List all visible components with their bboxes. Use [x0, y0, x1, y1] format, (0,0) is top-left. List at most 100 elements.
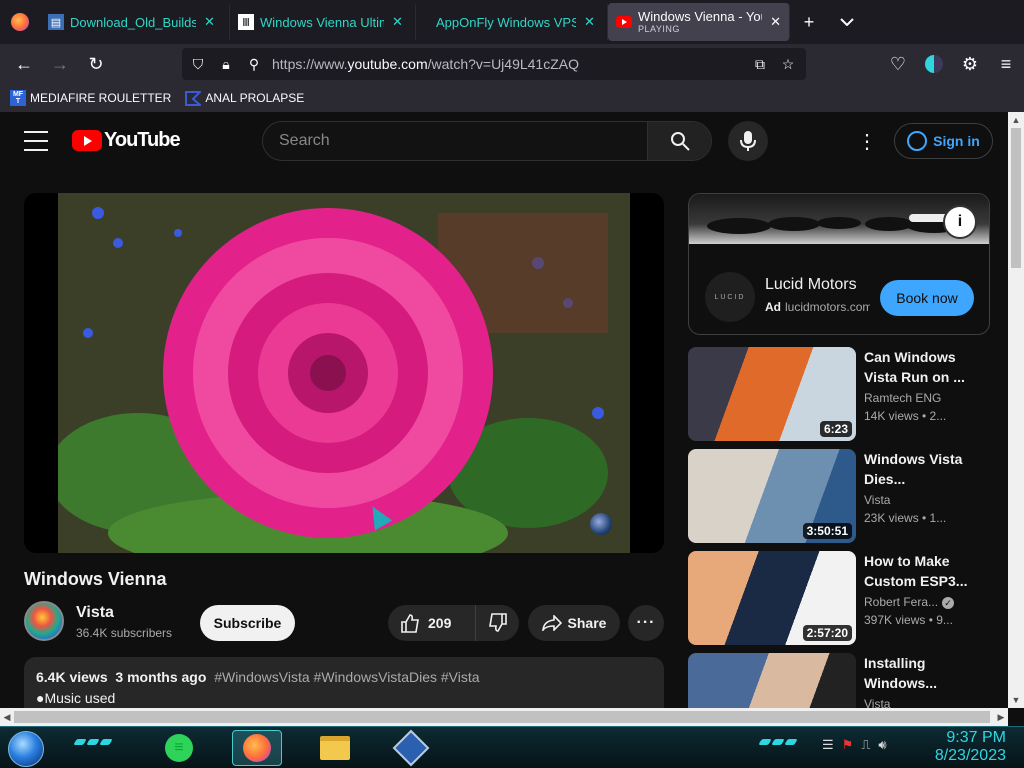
- tab-download-old-builds[interactable]: ▤ Download_Old_Builds_6 ✕: [40, 4, 230, 40]
- start-orb-icon[interactable]: [8, 731, 44, 767]
- video-title: Windows Vienna: [24, 569, 167, 589]
- channel-name[interactable]: Vista: [76, 604, 114, 622]
- share-button[interactable]: Share: [528, 605, 620, 641]
- account-icon[interactable]: [916, 46, 952, 82]
- taskbar-file-explorer[interactable]: [310, 730, 360, 766]
- action-center-flag-icon[interactable]: ⚑: [842, 737, 854, 753]
- subscribe-button[interactable]: Subscribe: [200, 605, 295, 641]
- taskbar-notes-app[interactable]: ≡: [154, 730, 204, 766]
- sign-in-button[interactable]: Sign in: [894, 123, 993, 159]
- recommendation-channel[interactable]: Vista: [864, 697, 988, 708]
- reload-icon[interactable]: ↻: [78, 46, 114, 82]
- video-duration: 6:23: [819, 421, 852, 437]
- ad-logo[interactable]: LUCID: [705, 272, 755, 322]
- taskbar: ≡ ☰ ⚑ ⎍ 🔊︎ 9:37 PM 8/23/2023: [0, 726, 1024, 768]
- recommendation-item[interactable]: 3:50:51 Windows Vista Dies... Vista 23K …: [688, 449, 990, 543]
- recommendation-channel[interactable]: Ramtech ENG: [864, 391, 988, 405]
- recommendation-title[interactable]: Installing Windows...: [864, 653, 988, 693]
- ad-book-now-button[interactable]: Book now: [880, 280, 974, 316]
- like-button[interactable]: 209: [388, 605, 476, 641]
- recommendation-item[interactable]: Installing Windows... Vista: [688, 653, 990, 708]
- guide-menu-icon[interactable]: [24, 131, 48, 151]
- scroll-down-arrow-icon[interactable]: ▼: [1008, 692, 1024, 708]
- more-actions-button[interactable]: ···: [628, 605, 664, 641]
- video-frame[interactable]: [58, 193, 630, 553]
- recommendation-channel[interactable]: Vista: [864, 493, 988, 507]
- url-text[interactable]: https://www.youtube.com/watch?v=Uj49L41c…: [272, 56, 746, 72]
- hashtags[interactable]: #WindowsVista #WindowsVistaDies #Vista: [214, 669, 479, 685]
- vertical-scrollbar[interactable]: ▲ ▼: [1008, 112, 1024, 708]
- taskbar-virtualbox[interactable]: [386, 729, 436, 767]
- recommendation-meta: 397K views • 9...: [864, 613, 953, 627]
- bookmark-star-icon[interactable]: ☆: [774, 56, 802, 73]
- youtube-wordmark: YouTube: [104, 129, 181, 151]
- description-box[interactable]: 6.4K views 3 months ago #WindowsVista #W…: [24, 657, 664, 708]
- dahlia-flower-image: [58, 193, 630, 553]
- scroll-left-arrow-icon[interactable]: ◀: [0, 708, 14, 726]
- close-tab-icon[interactable]: ✕: [584, 14, 595, 30]
- picture-in-picture-icon[interactable]: ⧉: [746, 56, 774, 73]
- clock-time: 9:37 PM: [946, 729, 1006, 746]
- ad-card[interactable]: i LUCID Lucid Motors Ad lucidmotors.com B…: [688, 193, 990, 335]
- windows-logo-watermark-icon: [590, 513, 612, 535]
- tab-list-chevron-icon[interactable]: [828, 0, 866, 44]
- permissions-icon[interactable]: ⚲: [240, 56, 268, 73]
- back-arrow-icon[interactable]: ←: [6, 46, 42, 82]
- network-icon[interactable]: ⎍: [861, 737, 870, 753]
- channel-avatar[interactable]: [24, 601, 64, 641]
- microphone-icon: [740, 131, 756, 151]
- bookmark-anal-prolapse[interactable]: ANAL PROLAPSE: [185, 90, 304, 106]
- menu-hamburger-icon[interactable]: ≡: [988, 46, 1024, 82]
- horizontal-scroll-thumb[interactable]: [14, 711, 990, 723]
- tab-title: AppOnFly Windows VPS: [436, 14, 576, 30]
- document-icon: ▤: [48, 14, 64, 30]
- horizontal-scrollbar[interactable]: ◀ ▶: [0, 708, 1008, 726]
- tab-windows-vienna-ultimate[interactable]: Ⅲ Windows Vienna Ultimate ✕: [230, 4, 416, 40]
- new-tab-plus-icon[interactable]: +: [790, 0, 828, 44]
- bookmarks-toolbar: MF T MEDIAFIRE ROULETTER ANAL PROLAPSE: [0, 84, 1024, 112]
- close-tab-icon[interactable]: ✕: [770, 14, 781, 30]
- settings-kebab-icon[interactable]: ⋮: [855, 129, 879, 153]
- close-tab-icon[interactable]: ✕: [392, 14, 403, 30]
- recommendation-thumbnail[interactable]: 3:50:51: [688, 449, 856, 543]
- clock[interactable]: 9:37 PM 8/23/2023: [935, 729, 1006, 765]
- bookmark-mediafire-rouletter[interactable]: MF T MEDIAFIRE ROULETTER: [10, 90, 171, 106]
- firefox-icon[interactable]: [0, 0, 40, 44]
- forward-arrow-icon[interactable]: →: [42, 46, 78, 82]
- recommendation-title[interactable]: Windows Vista Dies...: [864, 449, 988, 489]
- clock-date: 8/23/2023: [934, 747, 1006, 764]
- taskbar-firefox[interactable]: [232, 730, 282, 766]
- search-input[interactable]: [263, 122, 647, 160]
- recommendation-item[interactable]: 6:23 Can Windows Vista Run on ... Ramtec…: [688, 347, 990, 441]
- search-button[interactable]: [647, 122, 711, 160]
- bookmark-chevron-icon: [185, 90, 202, 106]
- recommendation-item[interactable]: 2:57:20 How to Make Custom ESP3... Rober…: [688, 551, 990, 645]
- extensions-puzzle-icon[interactable]: ⚙: [952, 46, 988, 82]
- ad-info-icon[interactable]: i: [943, 205, 977, 239]
- volume-icon[interactable]: 🔊︎: [878, 737, 886, 753]
- video-player[interactable]: [24, 193, 664, 553]
- recommendation-title[interactable]: Can Windows Vista Run on ...: [864, 347, 988, 387]
- url-bar[interactable]: ⛉ 🔒︎ ⚲ https://www.youtube.com/watch?v=U…: [182, 48, 806, 80]
- lock-icon[interactable]: 🔒︎: [212, 56, 240, 73]
- bookmark-label: ANAL PROLAPSE: [205, 91, 305, 105]
- youtube-logo[interactable]: YouTube: [72, 129, 181, 152]
- close-tab-icon[interactable]: ✕: [204, 14, 215, 30]
- subscriber-count: 36.4K subscribers: [76, 626, 173, 640]
- pocket-icon[interactable]: ♡: [880, 46, 916, 82]
- tray-menu-icon[interactable]: ☰: [822, 737, 834, 753]
- scroll-up-arrow-icon[interactable]: ▲: [1008, 112, 1024, 128]
- recommendation-channel[interactable]: Robert Fera... ✓: [864, 595, 988, 609]
- recommendation-thumbnail[interactable]: 2:57:20: [688, 551, 856, 645]
- shield-icon[interactable]: ⛉: [184, 56, 212, 73]
- recommendation-thumbnail[interactable]: 6:23: [688, 347, 856, 441]
- voice-search-button[interactable]: [728, 121, 768, 161]
- tab-apponfly[interactable]: AppOnFly Windows VPS ✕: [416, 4, 608, 40]
- dislike-button[interactable]: [476, 613, 519, 633]
- recommendation-thumbnail[interactable]: [688, 653, 856, 708]
- tab-youtube-active[interactable]: Windows Vienna - YouTube PLAYING ✕: [608, 3, 790, 41]
- vertical-scroll-thumb[interactable]: [1011, 128, 1021, 268]
- ad-advertiser-name[interactable]: Lucid Motors: [765, 276, 857, 294]
- scroll-right-arrow-icon[interactable]: ▶: [994, 708, 1008, 726]
- recommendation-title[interactable]: How to Make Custom ESP3...: [864, 551, 988, 591]
